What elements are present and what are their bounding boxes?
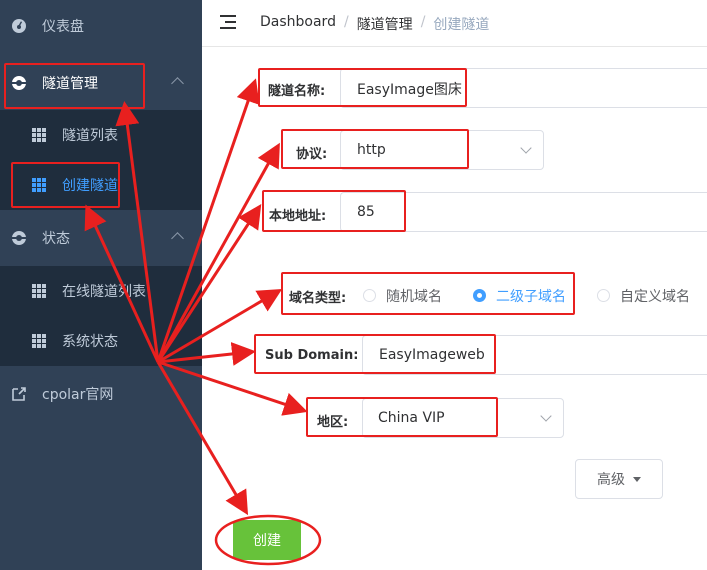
create-button[interactable]: 创建 <box>233 520 301 560</box>
sidebar-item-label: 在线隧道列表 <box>62 284 146 300</box>
annotation-box-tunnel-name <box>258 68 467 107</box>
sidebar-item-dashboard[interactable]: 仪表盘 <box>0 0 202 52</box>
sidebar-item-label: 状态 <box>42 231 70 247</box>
annotation-box-local-address <box>262 190 406 232</box>
annotation-box-protocol <box>281 129 469 169</box>
grid-icon <box>32 128 46 142</box>
radio-custom-domain[interactable] <box>597 289 610 302</box>
sidebar-item-label: 仪表盘 <box>42 19 84 35</box>
annotation-box-tunnel-management <box>4 63 145 109</box>
caret-down-icon <box>633 476 641 482</box>
breadcrumb-separator: / <box>343 14 349 30</box>
advanced-button-label: 高级 <box>597 472 625 488</box>
breadcrumb-tunnel-management[interactable]: 隧道管理 <box>357 14 413 34</box>
external-link-icon <box>11 386 27 402</box>
status-icon <box>11 230 27 246</box>
breadcrumb-separator: / <box>420 14 426 30</box>
annotation-box-domain-type <box>281 272 575 315</box>
top-header: Dashboard / 隧道管理 / 创建隧道 <box>202 0 707 47</box>
sidebar-item-cpolar-site[interactable]: cpolar官网 <box>0 368 202 420</box>
chevron-up-icon <box>171 232 184 245</box>
menu-toggle-icon[interactable] <box>220 15 236 29</box>
advanced-button[interactable]: 高级 <box>575 459 663 499</box>
grid-icon <box>32 284 46 298</box>
annotation-box-region <box>306 397 498 437</box>
dashboard-icon <box>11 18 27 34</box>
breadcrumb: Dashboard / 隧道管理 / 创建隧道 <box>260 14 489 34</box>
breadcrumb-dashboard[interactable]: Dashboard <box>260 14 336 34</box>
sidebar-item-system-status[interactable]: 系统状态 <box>0 316 202 366</box>
annotation-box-subdomain <box>254 334 496 374</box>
breadcrumb-create-tunnel: 创建隧道 <box>433 17 490 33</box>
sidebar-item-tunnel-list[interactable]: 隧道列表 <box>0 110 202 160</box>
sidebar-item-label: cpolar官网 <box>42 387 114 403</box>
chevron-up-icon <box>171 77 184 90</box>
grid-icon <box>32 334 46 348</box>
sidebar-item-label: 隧道列表 <box>62 128 118 144</box>
status-submenu: 在线隧道列表 系统状态 <box>0 266 202 366</box>
annotation-box-create-tunnel <box>11 162 120 208</box>
radio-custom-domain-label[interactable]: 自定义域名 <box>620 286 690 306</box>
sidebar-item-status[interactable]: 状态 <box>0 212 202 264</box>
sidebar-item-label: 系统状态 <box>62 334 118 350</box>
sidebar-item-online-tunnels[interactable]: 在线隧道列表 <box>0 266 202 316</box>
create-button-label: 创建 <box>253 533 281 549</box>
